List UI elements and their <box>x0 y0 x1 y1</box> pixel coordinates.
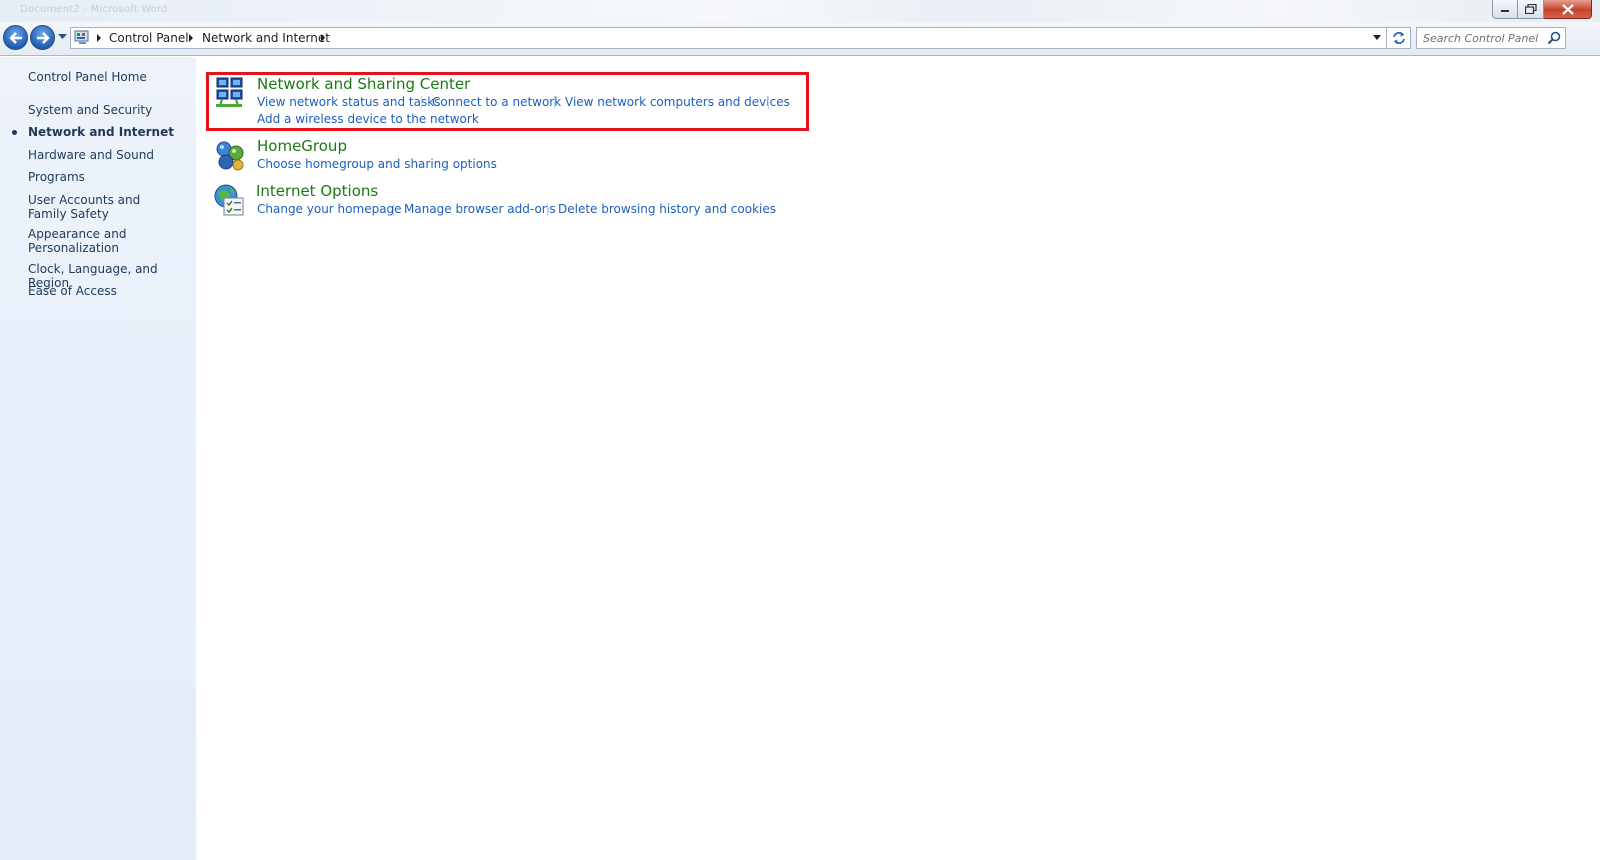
sidebar-item-hardware-and-sound[interactable]: Hardware and Sound <box>28 148 188 162</box>
link-separator <box>421 96 422 109</box>
title-bar: Document2 - Microsoft Word <box>0 0 1600 22</box>
control-panel-icon <box>74 30 89 44</box>
current-item-bullet-icon <box>12 130 17 135</box>
breadcrumb-separator-icon[interactable] <box>189 34 193 42</box>
search-icon[interactable] <box>1547 31 1561 45</box>
link-separator <box>547 203 548 216</box>
breadcrumb-control-panel[interactable]: Control Panel <box>109 31 189 45</box>
close-icon <box>1561 3 1574 15</box>
recent-pages-button[interactable] <box>57 32 67 42</box>
link-homegroup-sharing-options[interactable]: Choose homegroup and sharing options <box>257 157 497 171</box>
breadcrumb-separator-icon[interactable] <box>321 34 325 42</box>
sidebar-item-programs[interactable]: Programs <box>28 170 188 184</box>
link-manage-add-ons[interactable]: Manage browser add-ons <box>404 202 556 216</box>
close-button[interactable] <box>1544 0 1592 19</box>
sidebar-item-network-and-internet[interactable]: Network and Internet <box>28 125 188 139</box>
category-title-internet-options[interactable]: Internet Options <box>256 182 378 200</box>
left-navigation: Control Panel Home System and Security N… <box>0 57 196 860</box>
forward-button[interactable] <box>30 25 55 50</box>
address-history-dropdown[interactable] <box>1373 35 1381 40</box>
link-change-homepage[interactable]: Change your homepage <box>257 202 402 216</box>
restore-button[interactable] <box>1518 0 1544 19</box>
restore-icon <box>1524 4 1537 14</box>
minimize-icon <box>1501 10 1509 12</box>
link-add-wireless-device[interactable]: Add a wireless device to the network <box>257 112 479 126</box>
search-box[interactable] <box>1416 27 1566 49</box>
sidebar-item-control-panel-home[interactable]: Control Panel Home <box>28 70 188 84</box>
sidebar-item-user-accounts[interactable]: User Accounts and Family Safety <box>28 193 178 221</box>
search-input[interactable] <box>1417 28 1545 48</box>
refresh-icon <box>1392 32 1405 44</box>
breadcrumb-network-and-internet[interactable]: Network and Internet <box>202 31 330 45</box>
refresh-button[interactable] <box>1386 27 1411 49</box>
window-title: Document2 - Microsoft Word <box>20 4 168 15</box>
address-toolbar: Control Panel Network and Internet <box>0 22 1600 56</box>
link-view-network-computers[interactable]: View network computers and devices <box>565 95 790 109</box>
internet-options-icon <box>214 184 244 216</box>
category-title-network-and-sharing-center[interactable]: Network and Sharing Center <box>257 75 470 93</box>
forward-arrow-icon <box>36 31 50 44</box>
back-arrow-icon <box>8 31 22 44</box>
sidebar-item-ease-of-access[interactable]: Ease of Access <box>28 284 188 298</box>
network-sharing-icon <box>216 77 243 107</box>
link-connect-to-network[interactable]: Connect to a network <box>432 95 561 109</box>
sidebar-item-system-and-security[interactable]: System and Security <box>28 103 188 117</box>
breadcrumb-separator-icon[interactable] <box>97 34 101 42</box>
link-delete-browsing-history[interactable]: Delete browsing history and cookies <box>558 202 776 216</box>
main-content: Network and Sharing Center View network … <box>196 57 1600 860</box>
link-separator <box>768 96 769 109</box>
back-button[interactable] <box>3 25 28 50</box>
link-separator <box>554 96 555 109</box>
link-separator <box>393 203 394 216</box>
breadcrumb[interactable]: Control Panel Network and Internet <box>70 27 1388 49</box>
category-title-homegroup[interactable]: HomeGroup <box>257 137 347 155</box>
chevron-down-icon <box>57 34 67 39</box>
sidebar-item-appearance[interactable]: Appearance and Personalization <box>28 227 138 255</box>
link-view-network-status[interactable]: View network status and tasks <box>257 95 440 109</box>
homegroup-icon <box>216 141 244 171</box>
minimize-button[interactable] <box>1492 0 1518 19</box>
window-controls <box>1492 0 1592 19</box>
